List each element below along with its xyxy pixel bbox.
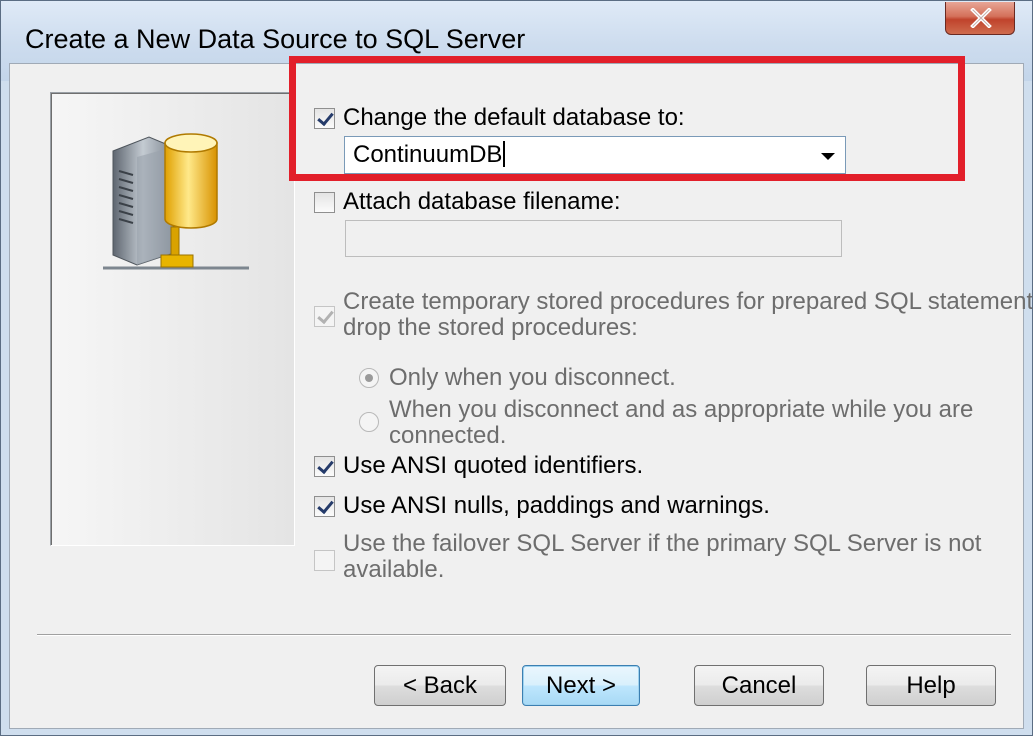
temp-procs-checkbox	[314, 306, 335, 327]
temp-procs-label-line2: drop the stored procedures:	[343, 314, 638, 341]
dialog-body: Change the default database to: Continuu…	[9, 56, 1032, 729]
back-button[interactable]: < Back	[374, 665, 506, 706]
ansi-nulls-checkbox[interactable]	[314, 496, 335, 517]
ansi-quoted-checkbox[interactable]	[314, 456, 335, 477]
failover-label-line1: Use the failover SQL Server if the prima…	[343, 530, 982, 557]
next-button[interactable]: Next >	[522, 665, 640, 706]
footer-separator	[37, 634, 1011, 636]
window-title: Create a New Data Source to SQL Server	[25, 24, 526, 54]
radio-disconnect-appropriate	[359, 412, 379, 432]
close-button[interactable]	[945, 2, 1015, 35]
attach-db-filename-input	[345, 220, 842, 257]
database-server-icon	[103, 133, 249, 270]
radio-only-disconnect-label: Only when you disconnect.	[389, 364, 676, 391]
help-button[interactable]: Help	[866, 665, 996, 706]
failover-label-line2: available.	[343, 556, 445, 583]
attach-db-checkbox[interactable]	[314, 192, 335, 213]
temp-procs-label-line1: Create temporary stored procedures for p…	[343, 288, 1033, 315]
dialog-window: Create a New Data Source to SQL Server C…	[0, 0, 1033, 736]
close-x-icon	[970, 8, 992, 28]
red-highlight-box	[289, 56, 965, 181]
attach-db-label: Attach database filename:	[343, 188, 621, 215]
cancel-button[interactable]: Cancel	[694, 665, 824, 706]
illustration-panel	[50, 92, 295, 546]
radio-disconnect-appropriate-line1: When you disconnect and as appropriate w…	[389, 396, 974, 423]
ansi-nulls-label: Use ANSI nulls, paddings and warnings.	[343, 492, 770, 519]
radio-only-disconnect	[359, 368, 379, 388]
radio-disconnect-appropriate-line2: connected.	[389, 422, 507, 449]
ansi-quoted-label: Use ANSI quoted identifiers.	[343, 452, 644, 479]
failover-checkbox	[314, 550, 335, 571]
